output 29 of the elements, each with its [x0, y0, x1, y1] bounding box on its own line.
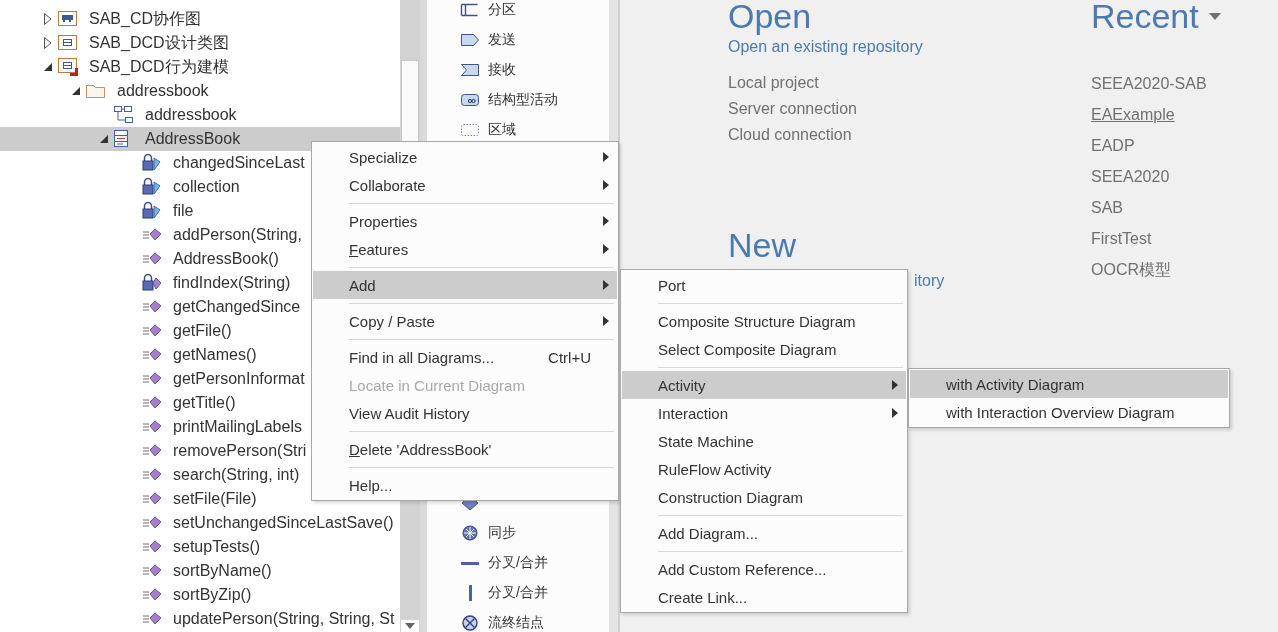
tree-item-label: search(String, int): [173, 466, 300, 484]
tree-item-label: setFile(File): [173, 490, 257, 508]
open-heading: Open: [728, 0, 812, 36]
new-heading: New: [728, 225, 797, 265]
tree-item-label: setUnchangedSinceLastSave(): [173, 514, 394, 532]
tree-item-label: AddressBook(): [173, 250, 279, 268]
tree-item-label: AddressBook: [145, 130, 241, 148]
tree-item-label: setupTests(): [173, 538, 261, 556]
tree-item-label: findIndex(String): [173, 274, 291, 292]
tree-item-label: file: [173, 202, 194, 220]
tree-item-label: sortByName(): [173, 562, 272, 580]
tree-item-label: getTitle(): [173, 394, 236, 412]
recent-heading: Recent: [1091, 0, 1199, 36]
tree-item-label: changedSinceLast: [173, 154, 305, 172]
tree-item-label: printMailingLabels: [173, 418, 302, 436]
tree-item-label: getNames(): [173, 346, 257, 364]
tree-item-label: addPerson(String,: [173, 226, 302, 244]
tree-item-label: addressbook: [145, 106, 237, 124]
tree-item-label: getChangedSince: [173, 298, 301, 316]
tree-item-label: SAB_DCD设计类图: [89, 32, 229, 53]
tree-item-label: removePerson(Stri: [173, 442, 307, 460]
tree-item-label: addressbook: [117, 82, 209, 100]
tree-item-label: SAB_CD协作图: [89, 8, 202, 29]
tree-item-label: updatePerson(String, String, St: [173, 610, 395, 628]
tree-item-label: sortByZip(): [173, 586, 252, 604]
tree-item-label: getFile(): [173, 322, 232, 340]
tree-item-label: SAB_DCD行为建模: [89, 56, 229, 77]
tree-item-label: collection: [173, 178, 240, 196]
tree-item-label: getPersonInformat: [173, 370, 305, 388]
